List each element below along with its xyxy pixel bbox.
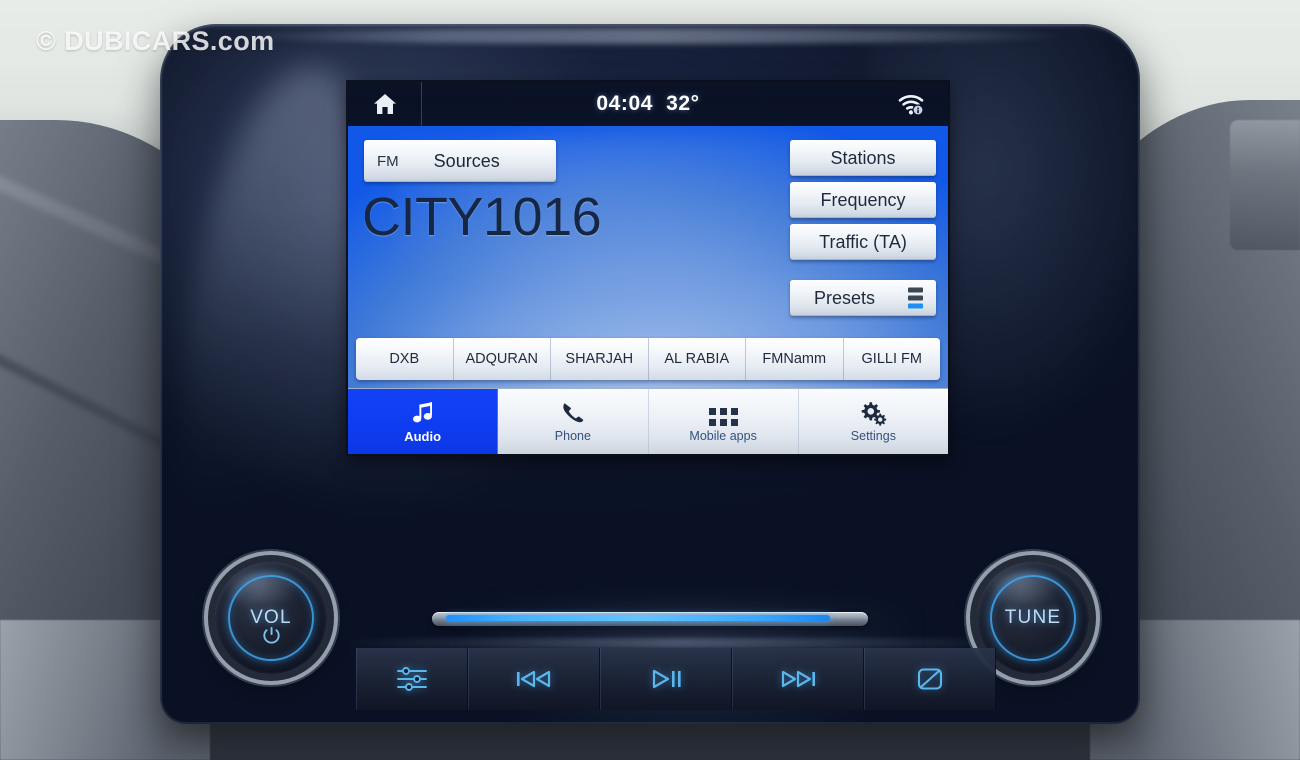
tab-label: Audio bbox=[404, 428, 442, 444]
clock-text: 04:04 bbox=[596, 92, 654, 115]
preset-item[interactable]: AL RABIA bbox=[649, 338, 746, 380]
tab-audio[interactable]: Audio bbox=[348, 389, 499, 454]
preset-label: ADQURAN bbox=[465, 351, 538, 367]
status-bar: 04:04 32° bbox=[348, 82, 948, 126]
stations-button[interactable]: Stations bbox=[790, 140, 936, 176]
gears-icon bbox=[859, 400, 887, 426]
preset-row: DXB ADQURAN SHARJAH AL RABIA FMNamm GILL… bbox=[356, 338, 940, 380]
tune-knob-label: TUNE bbox=[1004, 607, 1062, 628]
traffic-ta-label: Traffic (TA) bbox=[819, 231, 907, 252]
volume-knob[interactable]: VOL bbox=[215, 562, 327, 674]
tab-label: Mobile apps bbox=[689, 429, 757, 443]
preset-item[interactable]: ADQURAN bbox=[454, 338, 551, 380]
previous-track-button[interactable] bbox=[468, 648, 600, 710]
temperature-text: 32° bbox=[666, 92, 700, 115]
next-track-icon bbox=[781, 670, 815, 688]
housing-top-highlight bbox=[230, 28, 1070, 44]
phone-handset-icon bbox=[560, 400, 586, 426]
sources-button[interactable]: FM Sources bbox=[364, 140, 556, 182]
preset-label: GILLI FM bbox=[861, 351, 922, 367]
next-track-button[interactable] bbox=[732, 648, 864, 710]
preset-item[interactable]: SHARJAH bbox=[551, 338, 649, 380]
list-lines-icon bbox=[908, 287, 923, 309]
tab-settings[interactable]: Settings bbox=[799, 389, 948, 454]
presets-label: Presets bbox=[814, 287, 876, 308]
home-button[interactable] bbox=[348, 82, 422, 126]
equalizer-sliders-icon bbox=[397, 667, 427, 691]
air-vent bbox=[1230, 120, 1300, 250]
screen-off-icon bbox=[917, 668, 943, 690]
presets-button[interactable]: Presets bbox=[790, 280, 936, 316]
preset-item[interactable]: GILLI FM bbox=[844, 338, 941, 380]
tab-phone[interactable]: Phone bbox=[498, 389, 649, 454]
previous-track-icon bbox=[517, 670, 551, 688]
status-clock-temp: 04:04 32° bbox=[422, 92, 874, 116]
preset-label: AL RABIA bbox=[664, 351, 730, 367]
radio-main-area: FM Sources CITY1016 Stations Frequency T… bbox=[348, 126, 948, 388]
preset-item[interactable]: FMNamm bbox=[746, 338, 844, 380]
wifi-status[interactable] bbox=[874, 92, 948, 116]
right-button-column: Stations Frequency Traffic (TA) Presets bbox=[790, 140, 936, 316]
frequency-button[interactable]: Frequency bbox=[790, 182, 936, 218]
preset-label: SHARJAH bbox=[565, 351, 634, 367]
app-grid-icon bbox=[708, 400, 738, 426]
photo-scene: © DUBICARS.com 04:04 32° FM Sources CITY… bbox=[0, 0, 1300, 760]
sources-label: Sources bbox=[433, 150, 500, 171]
tab-label: Phone bbox=[554, 429, 591, 443]
screen-off-button[interactable] bbox=[864, 648, 996, 710]
stations-label: Stations bbox=[830, 147, 896, 168]
preset-item[interactable]: DXB bbox=[356, 338, 454, 380]
band-label: FM bbox=[377, 152, 399, 170]
play-pause-button[interactable] bbox=[600, 648, 732, 710]
eq-button[interactable] bbox=[356, 648, 468, 710]
home-icon bbox=[373, 94, 396, 114]
station-name: CITY1016 bbox=[362, 187, 602, 247]
frequency-label: Frequency bbox=[820, 189, 906, 210]
tab-bar: Audio Phone Mobile apps Settings bbox=[348, 388, 948, 454]
play-pause-icon bbox=[652, 669, 681, 689]
tab-label: Settings bbox=[850, 429, 896, 443]
wifi-info-icon bbox=[898, 95, 924, 116]
preset-label: FMNamm bbox=[762, 351, 827, 367]
infotainment-screen: 04:04 32° FM Sources CITY1016 Stations F… bbox=[348, 82, 948, 454]
power-icon bbox=[262, 626, 281, 650]
music-note-icon bbox=[410, 400, 436, 426]
traffic-ta-button[interactable]: Traffic (TA) bbox=[790, 224, 936, 260]
tab-mobile-apps[interactable]: Mobile apps bbox=[649, 389, 799, 454]
preset-label: DXB bbox=[389, 351, 420, 367]
